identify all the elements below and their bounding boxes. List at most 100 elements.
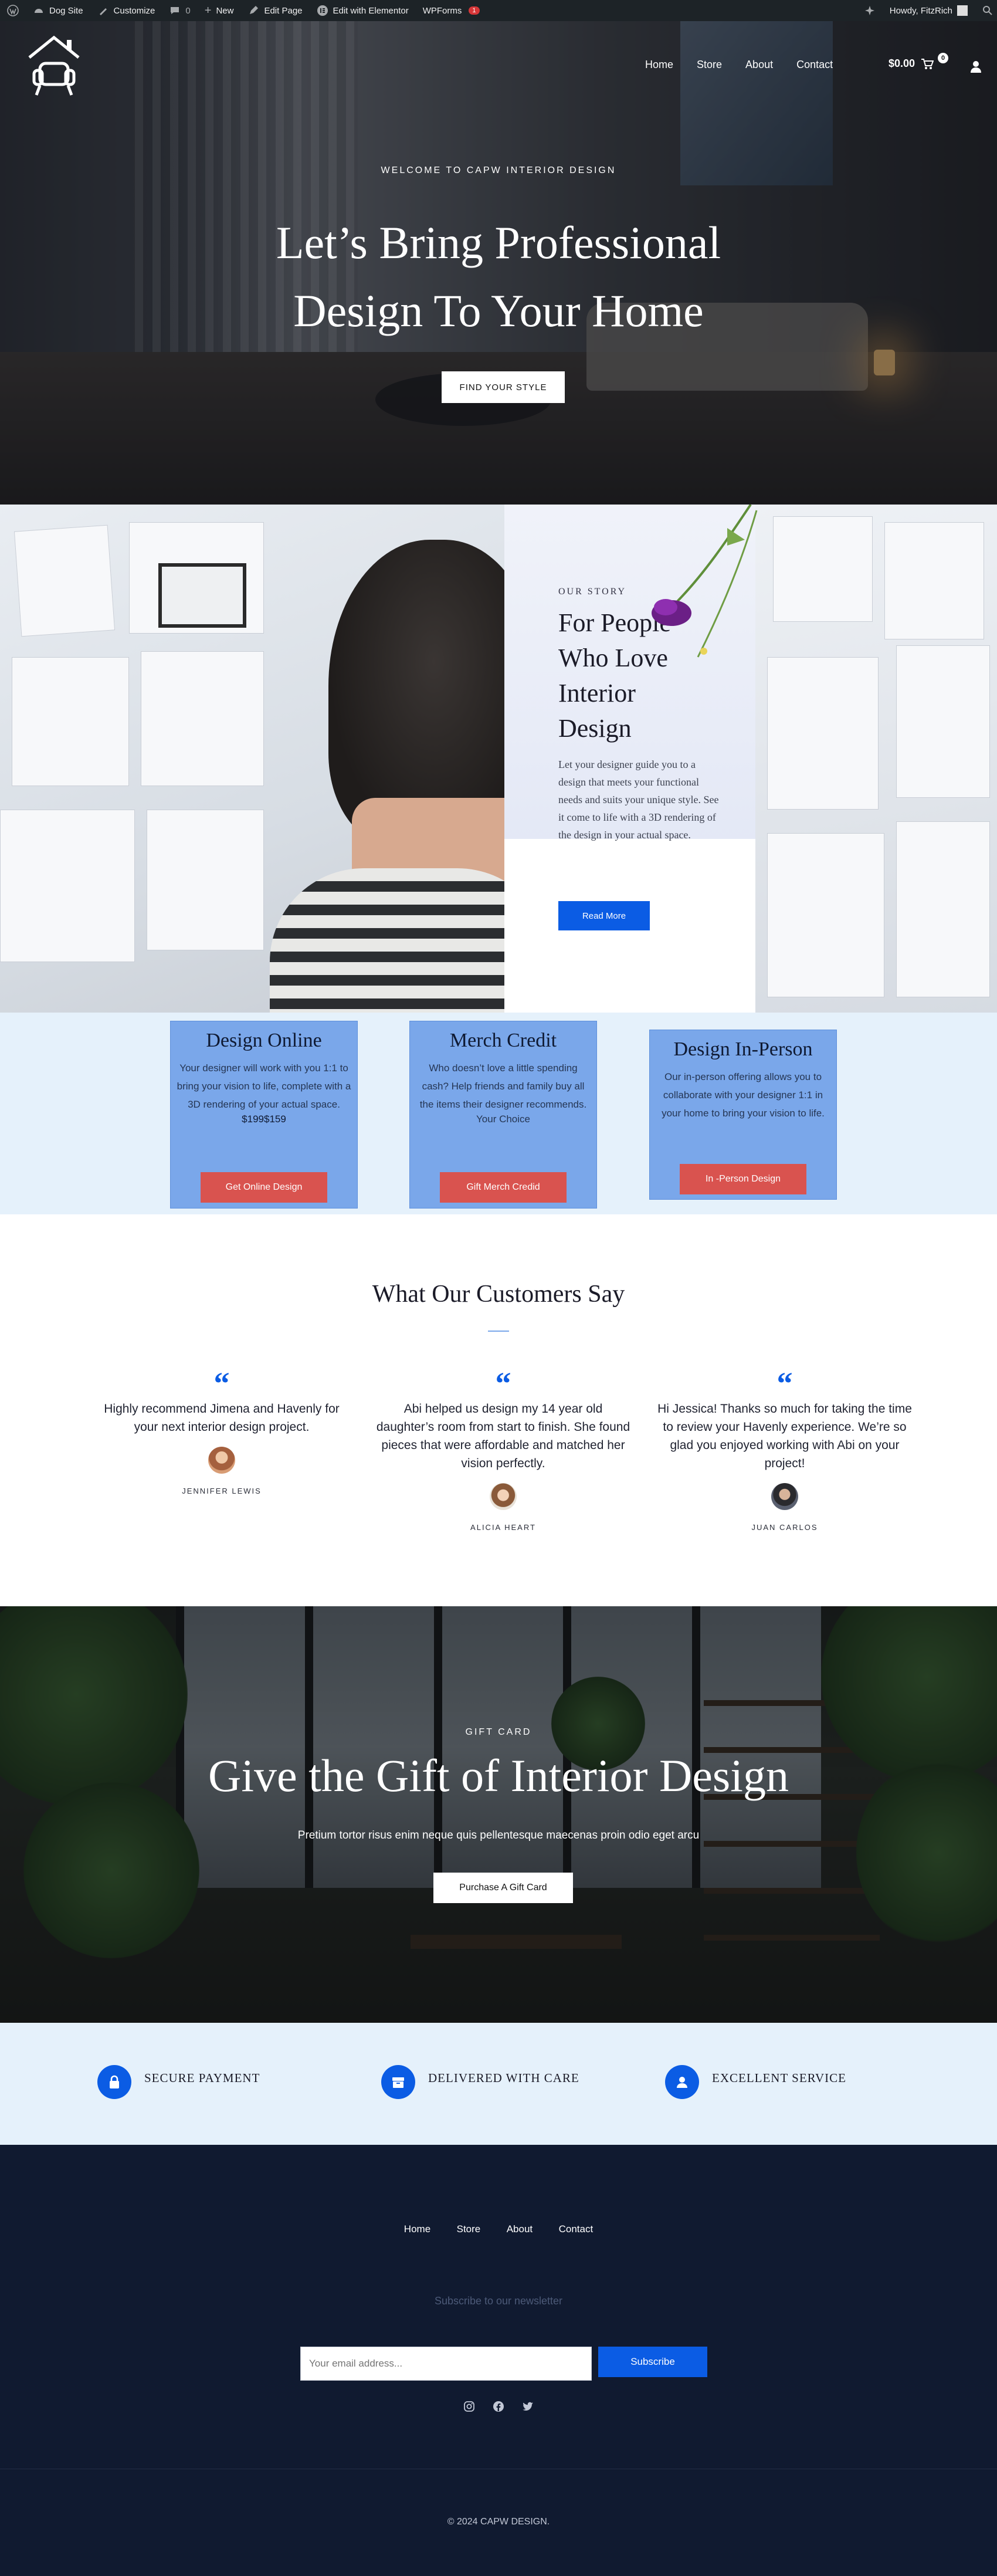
- elementor-icon: [317, 5, 328, 16]
- instagram-icon[interactable]: [462, 2399, 476, 2413]
- nav-about[interactable]: About: [745, 59, 773, 71]
- service-title: Design Online: [206, 1030, 322, 1051]
- subscribe-button[interactable]: Subscribe: [598, 2347, 707, 2377]
- cart-widget[interactable]: $0.00 0: [889, 53, 948, 70]
- purchase-gift-card-button[interactable]: Purchase A Gift Card: [433, 1873, 573, 1903]
- testimonial-name: JUAN CARLOS: [751, 1523, 818, 1532]
- story-sketch-sheet: [13, 524, 116, 637]
- story-designer-photo: [0, 505, 551, 1013]
- wp-admin-bar: Dog Site Customize 0 + New Edit Page Edi…: [0, 0, 997, 21]
- nav-contact[interactable]: Contact: [796, 59, 833, 71]
- service-card-online: Design Online Your designer will work wi…: [170, 1021, 358, 1209]
- find-your-style-button[interactable]: FIND YOUR STYLE: [442, 371, 565, 403]
- gift-title: Give the Gift of Interior Design: [208, 1750, 789, 1801]
- read-more-button[interactable]: Read More: [558, 901, 650, 930]
- story-sketch-sheet: [141, 651, 264, 786]
- admin-site-link[interactable]: Dog Site: [26, 0, 90, 21]
- admin-edit-page-link[interactable]: Edit Page: [240, 0, 309, 21]
- hero-title-line-1: Let’s Bring Professional: [276, 217, 721, 268]
- site-logo-icon[interactable]: [26, 34, 82, 100]
- twitter-icon[interactable]: [521, 2399, 535, 2413]
- gift-card-section: GIFT CARD Give the Gift of Interior Desi…: [0, 1606, 997, 2023]
- in-person-design-button[interactable]: In -Person Design: [680, 1164, 806, 1194]
- testimonial-name: JENNIFER LEWIS: [182, 1487, 262, 1495]
- avatar: [208, 1447, 235, 1474]
- admin-search-icon[interactable]: [975, 0, 997, 21]
- nav-store[interactable]: Store: [697, 59, 722, 71]
- testimonial-card: “ Hi Jessica! Thanks so much for taking …: [656, 1366, 914, 1532]
- feature-label: DELIVERED WITH CARE: [428, 2070, 579, 2085]
- admin-customize-link[interactable]: Customize: [90, 0, 162, 21]
- admin-customize-label: Customize: [113, 5, 155, 16]
- flower-decoration: [652, 505, 758, 658]
- admin-elementor-link[interactable]: Edit with Elementor: [310, 0, 416, 21]
- service-title: Merch Credit: [449, 1030, 557, 1051]
- ai-sparkle-icon[interactable]: [857, 0, 883, 21]
- testimonial-card: “ Highly recommend Jimena and Havenly fo…: [93, 1366, 351, 1495]
- footer-nav-about[interactable]: About: [507, 2223, 533, 2235]
- admin-comments-count: 0: [185, 5, 191, 16]
- copyright-text: © 2024 CAPW DESIGN.: [447, 2517, 550, 2527]
- cart-icon: [921, 58, 934, 69]
- service-card-merch: Merch Credit Who doesn’t love a little s…: [409, 1021, 597, 1209]
- feature-delivered-with-care: DELIVERED WITH CARE: [381, 2065, 579, 2099]
- heading-divider: [488, 1331, 509, 1332]
- service-text: Our in-person offering allows you to col…: [662, 1071, 825, 1119]
- feature-secure-payment: SECURE PAYMENT: [97, 2065, 260, 2099]
- admin-comments-link[interactable]: 0: [162, 0, 197, 21]
- nav-home[interactable]: Home: [645, 59, 673, 71]
- story-wall-photo: [755, 505, 997, 1013]
- testimonials-heading: What Our Customers Say: [372, 1281, 625, 1308]
- feature-label: SECURE PAYMENT: [144, 2070, 260, 2085]
- admin-account-link[interactable]: Howdy, FitzRich: [883, 0, 975, 21]
- newsletter-label: Subscribe to our newsletter: [434, 2295, 563, 2307]
- story-section: OUR STORY For People Who Love Interior D…: [0, 505, 997, 1013]
- admin-edit-page-label: Edit Page: [264, 5, 303, 16]
- story-sketch-sheet: [12, 657, 129, 786]
- service-text: Who doesn’t love a little spending cash?…: [419, 1062, 587, 1110]
- main-nav: Home Store About Contact: [645, 59, 856, 71]
- service-card-in-person: Design In-Person Our in-person offering …: [649, 1030, 837, 1200]
- dashboard-icon: [35, 9, 43, 13]
- testimonial-name: ALICIA HEART: [470, 1523, 536, 1532]
- footer-nav-home[interactable]: Home: [404, 2223, 430, 2235]
- quote-icon: “: [495, 1366, 511, 1401]
- quote-icon: “: [776, 1366, 793, 1401]
- service-price: Your Choice: [476, 1113, 530, 1125]
- comment-icon: [171, 7, 179, 14]
- service-text: Your designer will work with you 1:1 to …: [177, 1062, 351, 1110]
- cart-count-badge: 0: [938, 53, 948, 63]
- footer-nav-contact[interactable]: Contact: [559, 2223, 594, 2235]
- admin-wpforms-link[interactable]: WPForms 1: [416, 0, 487, 21]
- gift-kicker: GIFT CARD: [465, 1727, 532, 1737]
- services-section: Design Online Your designer will work wi…: [0, 1013, 997, 1214]
- feature-label: EXCELLENT SERVICE: [712, 2070, 846, 2085]
- newsletter-email-input[interactable]: [300, 2347, 592, 2381]
- pencil-icon: [250, 6, 259, 14]
- avatar: [490, 1483, 517, 1510]
- admin-elementor-label: Edit with Elementor: [333, 5, 409, 16]
- testimonial-quote: Hi Jessica! Thanks so much for taking th…: [657, 1402, 912, 1470]
- footer-nav-store[interactable]: Store: [457, 2223, 481, 2235]
- gift-subtitle: Pretium tortor risus enim neque quis pel…: [297, 1829, 700, 1842]
- service-title: Design In-Person: [673, 1038, 813, 1060]
- admin-new-link[interactable]: + New: [198, 0, 241, 21]
- testimonial-quote: Abi helped us design my 14 year old daug…: [376, 1402, 630, 1470]
- wordpress-logo-icon[interactable]: [0, 0, 26, 21]
- quote-icon: “: [213, 1366, 230, 1401]
- story-sketch-sheet: [767, 657, 879, 810]
- facebook-icon[interactable]: [491, 2399, 506, 2413]
- admin-avatar: [957, 5, 968, 16]
- admin-new-label: New: [216, 5, 234, 16]
- story-sketch-sheet: [896, 821, 990, 997]
- account-user-icon[interactable]: [969, 60, 982, 73]
- testimonial-quote: Highly recommend Jimena and Havenly for …: [104, 1402, 340, 1434]
- brush-icon: [99, 8, 107, 15]
- story-frame: [158, 563, 246, 628]
- gift-merch-credit-button[interactable]: Gift Merch Credid: [440, 1172, 567, 1203]
- user-service-icon: [665, 2065, 699, 2099]
- avatar: [771, 1483, 798, 1510]
- story-sketch-sheet: [896, 645, 990, 798]
- story-sketch-sheet: [147, 810, 264, 950]
- get-online-design-button[interactable]: Get Online Design: [201, 1172, 327, 1203]
